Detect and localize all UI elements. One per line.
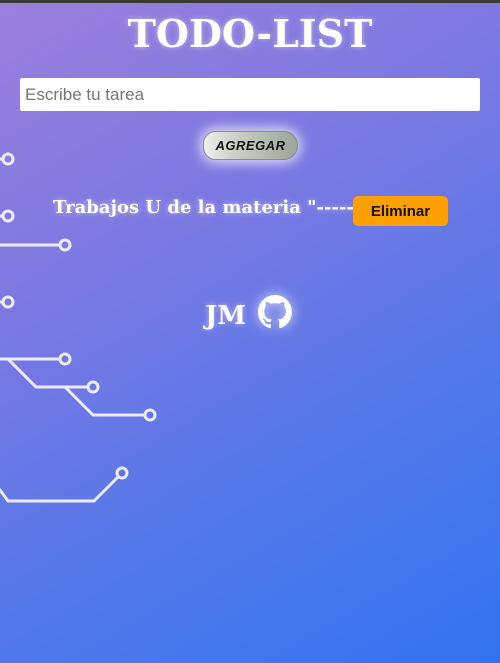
delete-task-button[interactable]: Eliminar	[353, 196, 448, 226]
task-text: Trabajos U de la materia "------"	[53, 197, 371, 218]
github-link[interactable]	[258, 295, 292, 329]
github-icon	[258, 295, 292, 329]
author-initials: JM	[205, 301, 247, 331]
app-title: TODO-LIST	[127, 11, 373, 56]
task-input[interactable]	[20, 78, 480, 111]
add-task-button[interactable]: AGREGAR	[203, 131, 298, 160]
